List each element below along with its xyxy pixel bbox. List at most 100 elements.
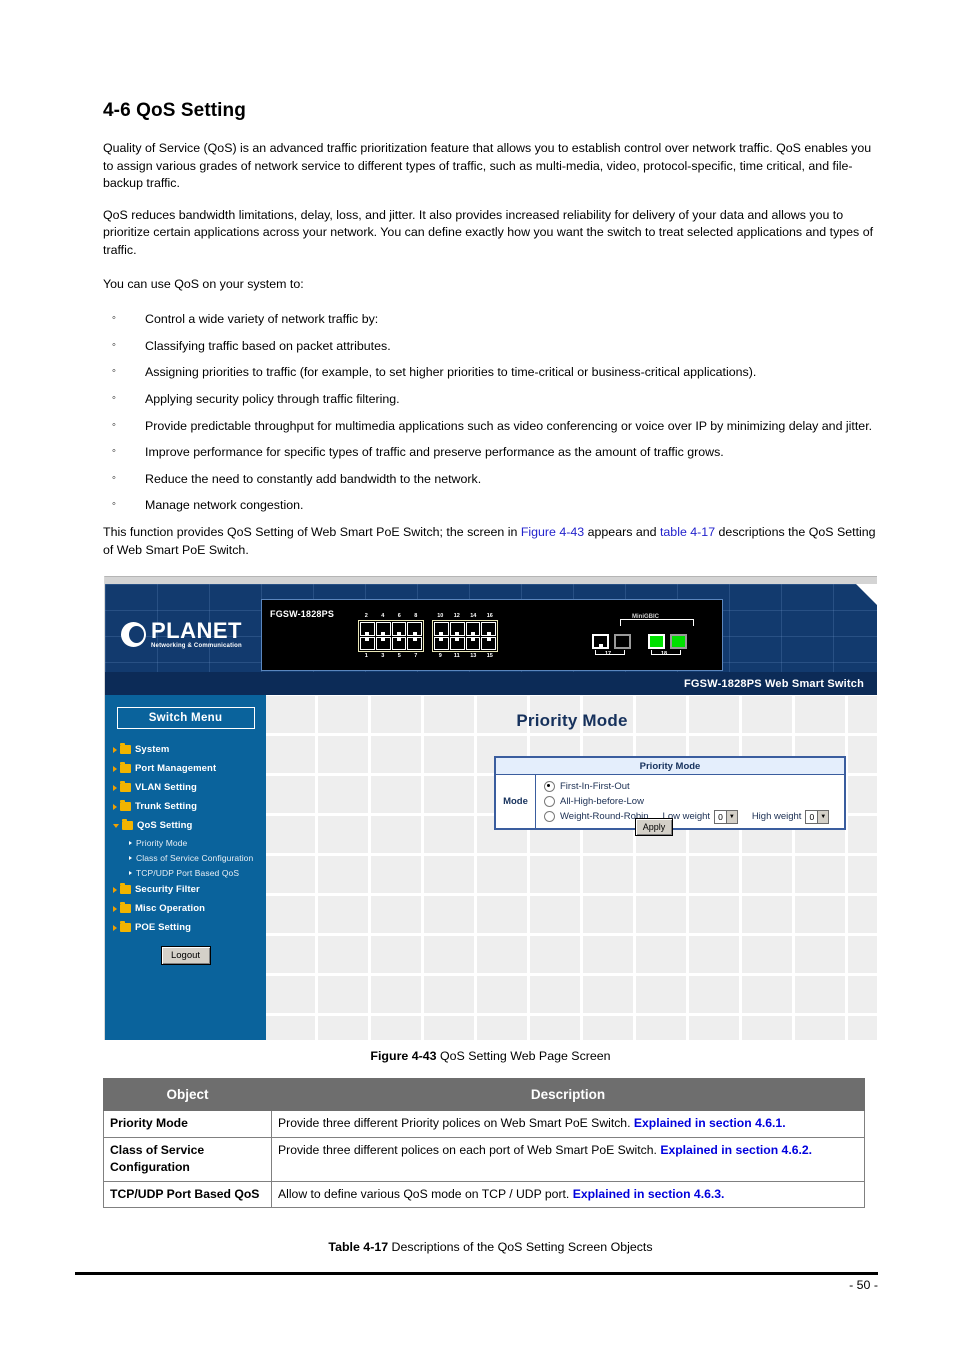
port-numbers-bottom-a: 1 3 5 7 <box>358 653 424 659</box>
mode-options-group: First-In-First-Out All-High-before-Low W… <box>536 775 844 828</box>
table-link[interactable]: table 4-17 <box>660 525 715 539</box>
sidebar-item-label: Security Filter <box>135 884 200 895</box>
high-weight-value: 0 <box>809 811 815 822</box>
planet-logo: PLANET Networking & Communication <box>121 612 271 656</box>
option-label: All-High-before-Low <box>560 796 644 807</box>
device-banner: PLANET Networking & Communication FGSW-1… <box>105 584 877 695</box>
low-weight-select[interactable]: 0 ▼ <box>714 809 738 824</box>
page-title: 4-6 QoS Setting <box>103 100 246 121</box>
chevron-right-icon <box>113 924 117 931</box>
uplink-18-tag: 18 <box>661 651 668 657</box>
planet-tagline: Networking & Communication <box>151 642 242 649</box>
sidebar-item-qos-setting[interactable]: QoS Setting <box>113 816 266 835</box>
sidebar-subitem-label: Class of Service Configuration <box>136 852 254 863</box>
sidebar-item-label: Misc Operation <box>135 903 206 914</box>
desc-link[interactable]: Explained in section 4.6.3. <box>573 1187 725 1201</box>
switch-menu-header[interactable]: Switch Menu <box>116 707 255 729</box>
radio-wrr-icon[interactable] <box>544 811 555 822</box>
port-number: 6 <box>397 613 401 619</box>
cell-object: TCP/UDP Port Based QoS <box>103 1180 272 1208</box>
port-number: 7 <box>414 653 418 659</box>
high-weight-select[interactable]: 0 ▼ <box>805 809 830 824</box>
rj45-port-icon <box>481 622 496 636</box>
uplink-sfp-active-icon <box>648 634 665 649</box>
figure-link[interactable]: Figure 4-43 <box>521 525 584 539</box>
paragraph-1: Quality of Service (QoS) is an advanced … <box>103 141 872 191</box>
sidebar-item-label: POE Setting <box>135 922 191 933</box>
figure-caption-text: QoS Setting Web Page Screen <box>436 1049 611 1063</box>
rj45-port-icon <box>407 622 422 636</box>
table-row: Priority Mode Provide three different Pr… <box>103 1110 865 1138</box>
list-item: Provide predictable throughput for multi… <box>103 417 878 436</box>
uplink-port-group: MiniGBIC 17 18 <box>592 614 712 662</box>
sidebar-item-label: QoS Setting <box>137 820 193 831</box>
sidebar-subitem-priority-mode[interactable]: Priority Mode <box>129 835 266 850</box>
sidebar-item-security-filter[interactable]: Security Filter <box>113 880 266 899</box>
sidebar-item-vlan-setting[interactable]: VLAN Setting <box>113 778 266 797</box>
chevron-right-icon <box>113 746 117 753</box>
sidebar-item-misc-operation[interactable]: Misc Operation <box>113 899 266 918</box>
rj45-port-icon <box>465 636 481 650</box>
planet-wordmark: PLANET <box>151 617 242 643</box>
high-weight-label: High weight <box>751 811 802 822</box>
priority-mode-table-header: Priority Mode <box>496 758 844 775</box>
sidebar-subitem-tcp-udp-qos[interactable]: TCP/UDP Port Based QoS <box>129 865 266 880</box>
rj45-port-block-b <box>432 620 498 652</box>
option-all-high-before-low[interactable]: All-High-before-Low <box>544 794 844 809</box>
sidebar-item-label: System <box>135 744 170 755</box>
chevron-right-icon <box>113 784 117 791</box>
radio-all-high-icon[interactable] <box>544 796 555 807</box>
desc-link[interactable]: Explained in section 4.6.1. <box>634 1116 786 1130</box>
object-description-table: Object Description Priority Mode Provide… <box>103 1078 865 1208</box>
port-numbers-top-a: 2 4 6 8 <box>358 613 424 619</box>
table-row: Class of Service Configuration Provide t… <box>103 1136 865 1182</box>
radio-fifo-icon[interactable] <box>544 781 555 792</box>
sidebar-item-port-management[interactable]: Port Management <box>113 759 266 778</box>
desc-text: Provide three different Priority polices… <box>278 1116 634 1130</box>
table-caption: Table 4-17 Descriptions of the QoS Setti… <box>103 1240 878 1254</box>
closing-part-1: This function provides QoS Setting of We… <box>103 524 521 539</box>
cell-object: Priority Mode <box>103 1110 272 1138</box>
switch-menu-sidebar: Switch Menu System Port Management VLAN … <box>105 695 266 1040</box>
rj45-port-icon <box>434 636 449 650</box>
uplink-sfp-icon <box>670 634 687 649</box>
list-item: Reduce the need to constantly add bandwi… <box>103 470 878 489</box>
port-number: 16 <box>486 613 493 619</box>
rj45-port-icon <box>391 636 407 650</box>
folder-icon <box>120 883 131 894</box>
port-number: 5 <box>397 653 401 659</box>
cell-description: Allow to define various QoS mode on TCP … <box>271 1180 865 1208</box>
closing-sentence: This function provides QoS Setting of We… <box>103 524 878 559</box>
table-caption-text: Descriptions of the QoS Setting Screen O… <box>388 1240 653 1254</box>
sidebar-item-poe-setting[interactable]: POE Setting <box>113 918 266 937</box>
figure-caption-label: Figure 4-43 <box>370 1049 437 1063</box>
logout-button[interactable]: Logout <box>160 946 211 965</box>
list-item: Assigning priorities to traffic (for exa… <box>103 363 878 382</box>
document-body: 4-6 QoS Setting Quality of Service (QoS)… <box>103 100 878 573</box>
banner-bottom-bar: FGSW-1828PS Web Smart Switch <box>105 672 877 695</box>
apply-button[interactable]: Apply <box>635 818 673 836</box>
gbic-bracket <box>620 619 694 626</box>
uplink-rj45-icon <box>592 634 609 649</box>
port-number: 14 <box>470 613 477 619</box>
sidebar-subitem-label: TCP/UDP Port Based QoS <box>136 867 240 878</box>
column-header-object: Object <box>103 1078 272 1111</box>
sidebar-item-system[interactable]: System <box>113 740 266 759</box>
option-weight-round-robin[interactable]: Weight-Round-Robin Low weight 0 ▼ High w… <box>544 809 844 824</box>
planet-globe-icon <box>121 621 146 647</box>
port-numbers-bottom-b: 9 11 13 15 <box>432 653 498 659</box>
option-fifo[interactable]: First-In-First-Out <box>544 779 844 794</box>
table-row: TCP/UDP Port Based QoS Allow to define v… <box>103 1180 865 1208</box>
closing-part-2: appears and <box>584 524 660 539</box>
rj45-port-icon <box>481 636 496 650</box>
web-ui-body: Switch Menu System Port Management VLAN … <box>105 695 877 1040</box>
uplink-empty-slot-icon <box>614 634 631 649</box>
folder-icon <box>120 921 131 932</box>
mode-cell-label: Mode <box>496 775 536 828</box>
chevron-right-icon <box>129 870 132 875</box>
cell-description: Provide three different Priority polices… <box>271 1110 865 1138</box>
sidebar-item-trunk-setting[interactable]: Trunk Setting <box>113 797 266 816</box>
rj45-port-icon <box>449 622 465 636</box>
desc-link[interactable]: Explained in section 4.6.2. <box>660 1143 812 1157</box>
sidebar-subitem-class-of-service[interactable]: Class of Service Configuration <box>129 850 266 865</box>
